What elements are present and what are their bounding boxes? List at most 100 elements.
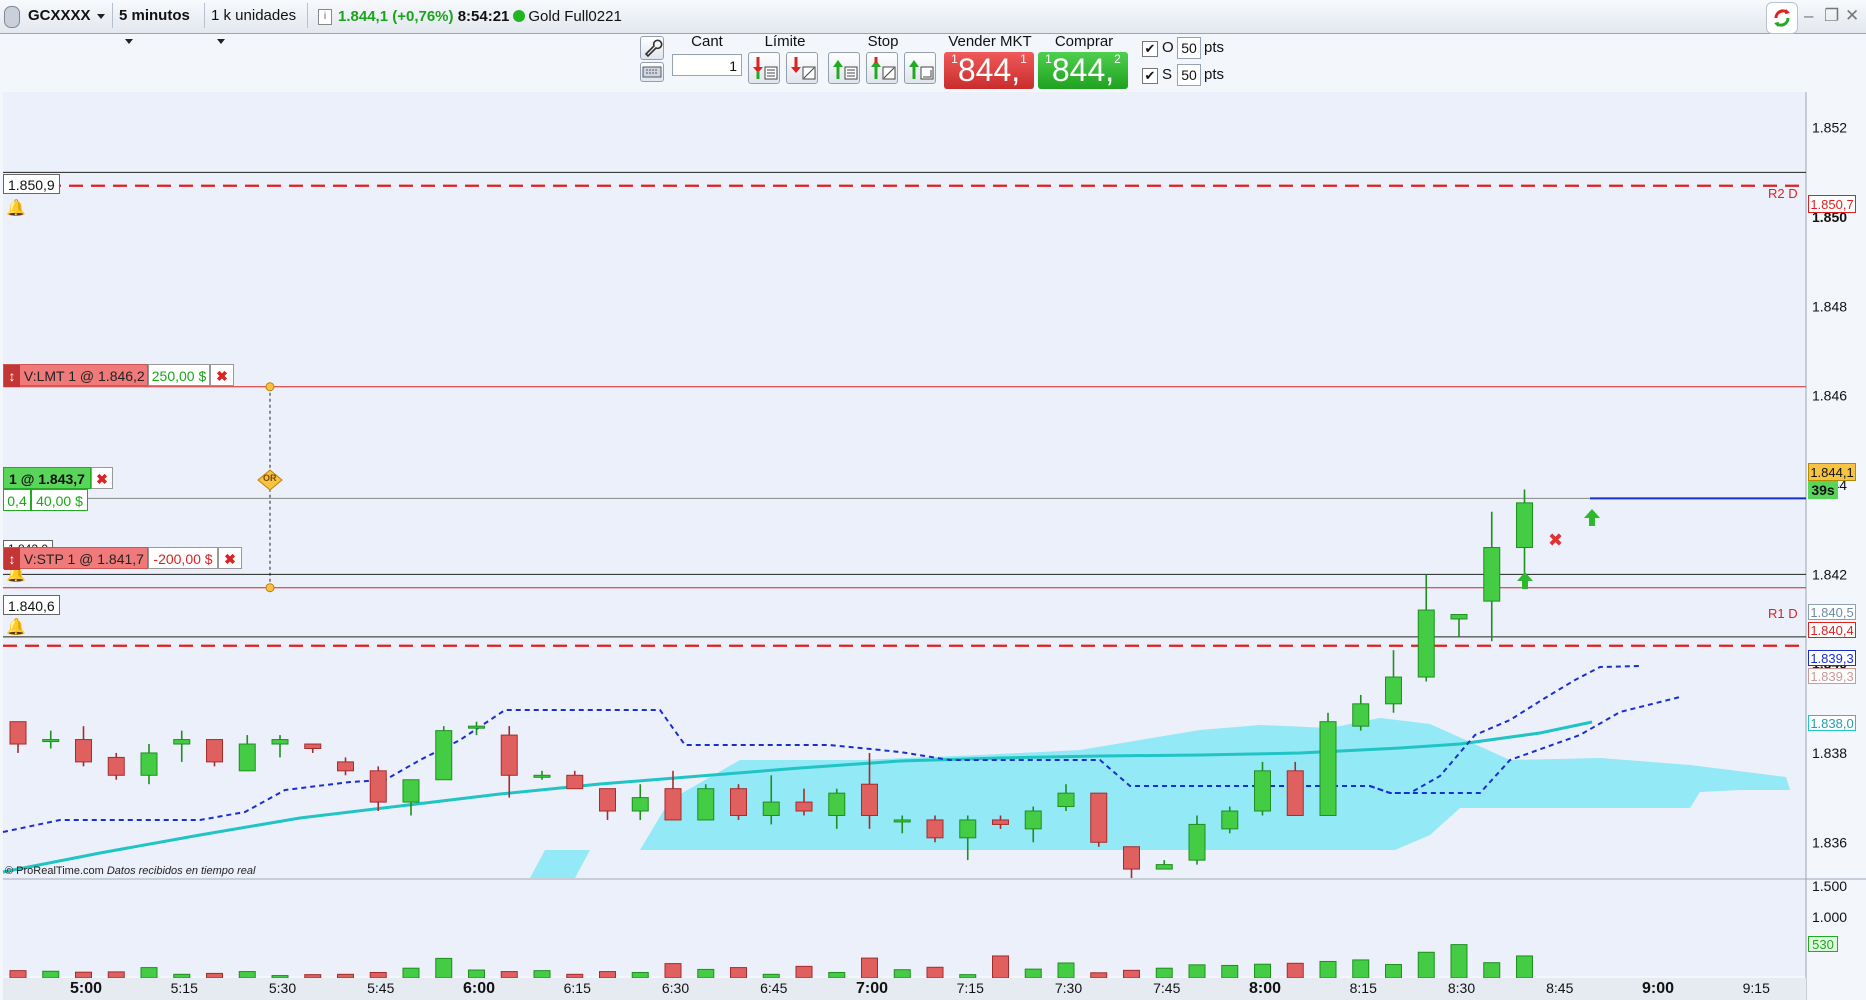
candle-body: [238, 743, 256, 772]
price-tick: 1.846: [1812, 388, 1847, 404]
r1-label: R1 D: [1768, 606, 1798, 621]
volume-bar: [75, 971, 92, 979]
price-chart[interactable]: ✖ 1.8521.8501.8481.8461.8441.8421.8401.8…: [0, 0, 1866, 1000]
volume-pane: [3, 880, 1806, 976]
drag-handle-icon[interactable]: ↕: [4, 365, 20, 387]
time-tick: 6:00: [463, 980, 495, 997]
time-tick: 9:00: [1642, 980, 1674, 997]
candle-body: [926, 819, 944, 839]
tag-r1-top: 1.840,5: [1808, 604, 1856, 620]
volume-bar: [468, 969, 485, 979]
limit-order-label: V:LMT 1 @ 1.846,2: [23, 368, 145, 384]
volume-bar: [9, 970, 27, 979]
candle-body: [959, 819, 977, 839]
volume-bar: [1254, 963, 1271, 979]
candle-body: [9, 721, 27, 745]
position-label[interactable]: 1 @ 1.843,7: [3, 467, 91, 489]
candle-body: [599, 788, 616, 812]
candle-body: [1254, 770, 1271, 812]
candle-body: [206, 739, 223, 763]
candle-body: [893, 819, 911, 823]
source-name: © ProRealTime.com: [5, 865, 104, 877]
oco-marker[interactable]: OR: [257, 469, 283, 491]
oco-handle: [265, 583, 275, 593]
volume-bar: [1417, 951, 1435, 979]
volume-bar: [304, 974, 322, 979]
candle-body: [1516, 502, 1533, 549]
tag-blue: 1.839,3: [1808, 650, 1856, 666]
time-tick: 5:00: [70, 980, 102, 997]
candle-body: [1352, 703, 1370, 727]
limit-order-tag[interactable]: ↕ V:LMT 1 @ 1.846,2: [3, 364, 148, 387]
candle-body: [664, 788, 682, 821]
oco-label: OR: [263, 473, 277, 483]
volume-bar: [1516, 955, 1533, 979]
tag-last: 1.844,1: [1808, 463, 1856, 481]
volume-bar: [959, 974, 977, 979]
volume-bar: [1155, 967, 1173, 979]
drag-handle-icon[interactable]: ↕: [4, 548, 20, 570]
price-tick: 1.852: [1812, 120, 1847, 136]
volume-bar: [1352, 959, 1370, 979]
alert-low-label[interactable]: 1.840,6: [3, 595, 60, 615]
candle-body: [762, 801, 780, 816]
candle-body: [468, 725, 485, 729]
volume-bar: [1450, 944, 1468, 979]
candle-body: [1123, 846, 1140, 870]
candle-body: [1319, 721, 1337, 816]
time-tick: 6:30: [662, 980, 689, 996]
volume-bar: [1024, 968, 1042, 979]
candle-body: [337, 761, 354, 772]
price-tick: 1.838: [1812, 745, 1847, 761]
volume-bar: [1188, 964, 1206, 979]
volume-bar: [631, 971, 649, 979]
volume-bar: [762, 973, 780, 979]
position-qty: 0,4: [3, 489, 31, 511]
volume-bar: [238, 971, 256, 979]
candle-body: [566, 774, 584, 790]
r2-label: R2 D: [1768, 186, 1798, 201]
stop-order-label: V:STP 1 @ 1.841,7: [23, 551, 144, 567]
alert-high-label[interactable]: 1.850,9: [3, 174, 60, 194]
stop-pl: -200,00 $: [148, 547, 218, 569]
volume-bar: [337, 973, 354, 979]
candle-body: [140, 752, 158, 776]
oco-handle: [265, 382, 275, 392]
tag-r2: 1.850,7: [1808, 195, 1856, 213]
volume-bar: [664, 963, 682, 979]
candle-body: [992, 819, 1009, 825]
time-tick: 6:45: [760, 980, 787, 996]
candle-body: [828, 792, 846, 816]
candle-body: [271, 739, 289, 745]
tag-r1: 1.840,4: [1808, 622, 1856, 638]
tag-countdown: 39s: [1808, 481, 1838, 499]
volume-bar: [1385, 964, 1402, 979]
time-tick: 7:15: [957, 980, 984, 996]
candle-body: [435, 730, 453, 781]
candle-body: [795, 801, 813, 812]
volume-bar: [107, 971, 125, 979]
volume-tick: 1.500: [1812, 878, 1847, 894]
candle-body: [1483, 547, 1501, 602]
stop-order-tag[interactable]: ↕ V:STP 1 @ 1.841,7: [3, 547, 148, 570]
volume-bar: [1090, 972, 1108, 979]
candle-body: [730, 788, 747, 816]
close-icon[interactable]: ✖: [218, 547, 242, 569]
volume-bar: [369, 971, 387, 979]
close-icon[interactable]: ✖: [91, 467, 113, 489]
candle-body: [75, 739, 92, 763]
candle-body: [304, 743, 322, 749]
volume-bar: [861, 957, 878, 979]
candle-body: [107, 756, 125, 776]
volume-bar: [271, 975, 289, 979]
candle-body: [1155, 864, 1173, 870]
close-icon[interactable]: ✖: [210, 364, 234, 386]
bell-icon[interactable]: 🔔: [6, 198, 26, 218]
price-tick: 1.836: [1812, 834, 1847, 850]
time-tick: 5:30: [269, 980, 296, 996]
time-tick: 7:30: [1055, 980, 1082, 996]
candle-body: [1090, 792, 1108, 843]
position-pl: 40,00 $: [31, 489, 88, 511]
volume-bar: [140, 967, 158, 979]
bell-icon[interactable]: 🔔: [6, 617, 26, 637]
